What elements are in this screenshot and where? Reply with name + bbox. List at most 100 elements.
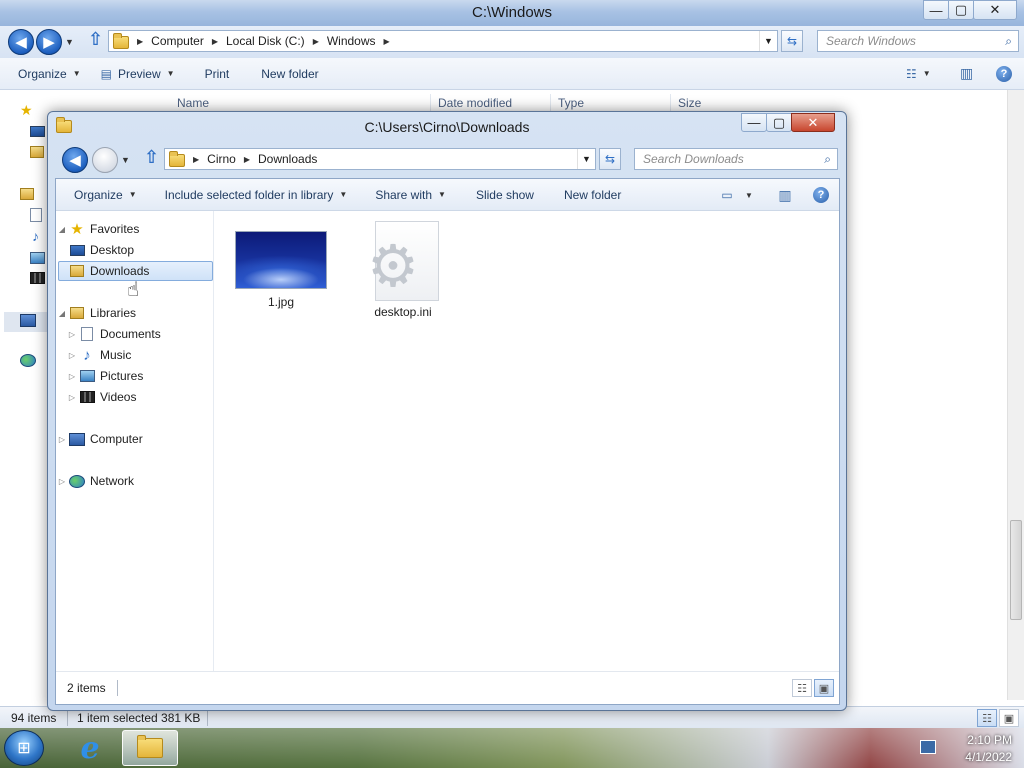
taskbar-windows-explorer[interactable]: [122, 730, 178, 766]
clock-time[interactable]: 2:10 PM: [967, 733, 1012, 747]
network-icon: [20, 354, 36, 367]
bg-new-folder-button[interactable]: New folder: [239, 58, 328, 90]
recent-pages-dropdown[interactable]: ▼: [121, 155, 130, 165]
navigation-bar: ◀ ▼ ⇧ ▶ Cirno ▶ Downloads ▼ ⇆ Search Dow…: [54, 144, 840, 176]
address-dropdown-icon[interactable]: ▼: [577, 149, 595, 169]
organize-menu[interactable]: Organize ▼: [56, 179, 147, 211]
expand-triangle-icon[interactable]: ▷: [66, 372, 78, 381]
bg-close-button[interactable]: ✕: [973, 0, 1017, 20]
computer-icon: [20, 314, 36, 327]
nav-desktop[interactable]: Desktop: [68, 240, 134, 260]
background-vertical-scrollbar[interactable]: [1007, 90, 1024, 700]
bg-preview-pane-button[interactable]: ▥: [950, 58, 983, 90]
column-header-name[interactable]: Name: [177, 96, 209, 110]
column-header-type[interactable]: Type: [558, 96, 584, 110]
bg-minimize-button[interactable]: —: [923, 0, 949, 20]
bg-view-options-button[interactable]: ☷ ▼: [896, 58, 941, 90]
expand-triangle-icon[interactable]: ▷: [56, 435, 68, 444]
clock-date[interactable]: 4/1/2022: [965, 750, 1012, 764]
explorer-folder-icon: [137, 735, 163, 758]
scrollbar-thumb[interactable]: [1010, 520, 1022, 620]
breadcrumb-cirno[interactable]: Cirno: [207, 152, 236, 166]
back-button[interactable]: ◀: [62, 147, 88, 173]
preview-pane-icon: ▥: [960, 65, 974, 81]
address-bar[interactable]: ▶ Cirno ▶ Downloads ▼: [164, 148, 596, 170]
bg-refresh-icon[interactable]: ⇆: [781, 30, 803, 52]
nav-network[interactable]: ▷ Network: [56, 471, 134, 491]
up-arrow-icon[interactable]: ⇧: [144, 147, 159, 168]
bg-preview-label: Preview: [117, 66, 161, 81]
file-list-area: 1.jpg ⚙ desktop.ini: [215, 211, 839, 671]
nav-computer[interactable]: ▷ Computer: [56, 429, 143, 449]
expand-triangle-icon[interactable]: ▷: [56, 477, 68, 486]
network-status-icon[interactable]: [920, 740, 936, 754]
search-placeholder: Search Downloads: [643, 152, 744, 166]
help-button[interactable]: ?: [811, 186, 831, 204]
background-caption-buttons: — ▢ ✕: [923, 0, 1017, 20]
chevron-down-icon[interactable]: ▼: [739, 186, 759, 204]
bg-maximize-button[interactable]: ▢: [948, 0, 974, 20]
bg-preview-menu[interactable]: ▤ Preview ▼: [91, 58, 185, 90]
nav-pictures[interactable]: ▷ Pictures: [66, 366, 143, 386]
collapse-triangle-icon[interactable]: ◢: [56, 309, 68, 318]
bg-print-button[interactable]: Print: [185, 58, 240, 90]
breadcrumb-windows[interactable]: Windows: [327, 34, 376, 48]
details-view-icon[interactable]: ☷: [792, 679, 812, 697]
preview-pane-icon[interactable]: ▥: [775, 186, 795, 204]
search-icon[interactable]: ⌕: [824, 152, 831, 167]
taskbar-internet-explorer[interactable]: e: [62, 730, 118, 766]
nav-favorites[interactable]: ◢ ★ Favorites: [56, 219, 139, 239]
nav-music[interactable]: ▷ ♪ Music: [66, 345, 131, 365]
share-with-menu[interactable]: Share with ▼: [357, 179, 456, 211]
nav-documents[interactable]: ▷ Documents: [66, 324, 161, 344]
bg-help-button[interactable]: ?: [986, 58, 1022, 90]
background-title-bar[interactable]: C:\Windows — ▢ ✕: [0, 0, 1024, 26]
column-header-date-modified[interactable]: Date modified: [438, 96, 512, 110]
include-in-library-menu[interactable]: Include selected folder in library ▼: [147, 179, 358, 211]
new-folder-label: New folder: [563, 187, 622, 202]
bg-search-input[interactable]: Search Windows ⌕: [817, 30, 1019, 52]
breadcrumb-local-disk[interactable]: Local Disk (C:): [226, 34, 305, 48]
nav-libraries[interactable]: ◢ Libraries: [56, 303, 136, 323]
file-item-1-jpg[interactable]: 1.jpg: [231, 231, 331, 309]
expand-triangle-icon[interactable]: ▷: [66, 393, 78, 402]
maximize-button[interactable]: ▢: [766, 113, 792, 132]
command-bar: Organize ▼ Include selected folder in lib…: [56, 179, 839, 211]
close-button[interactable]: ✕: [791, 113, 835, 132]
refresh-icon[interactable]: ⇆: [599, 148, 621, 170]
breadcrumb-downloads[interactable]: Downloads: [258, 152, 317, 166]
bg-recent-pages-dropdown[interactable]: ▼: [65, 37, 74, 47]
videos-icon: [78, 389, 96, 405]
bg-up-arrow-icon[interactable]: ⇧: [88, 29, 103, 50]
expand-triangle-icon[interactable]: ▷: [66, 351, 78, 360]
hand-cursor-icon: ☝: [127, 279, 140, 301]
large-icons-view-icon[interactable]: ▣: [999, 709, 1019, 727]
search-input[interactable]: Search Downloads ⌕: [634, 148, 838, 170]
breadcrumb-chevron-icon: ▶: [383, 36, 390, 46]
bg-organize-menu[interactable]: Organize ▼: [0, 58, 91, 90]
file-item-desktop-ini[interactable]: ⚙ desktop.ini: [353, 221, 453, 319]
share-with-label: Share with: [375, 187, 433, 202]
nav-network-label: Network: [90, 474, 135, 488]
forward-button[interactable]: [92, 147, 118, 173]
search-icon[interactable]: ⌕: [1005, 34, 1012, 49]
breadcrumb-computer[interactable]: Computer: [151, 34, 204, 48]
change-view-icon[interactable]: ▭: [717, 186, 737, 204]
status-separator: [207, 710, 208, 726]
minimize-button[interactable]: —: [741, 113, 767, 132]
collapse-triangle-icon[interactable]: ◢: [56, 225, 68, 234]
expand-triangle-icon[interactable]: ▷: [66, 330, 78, 339]
details-view-icon[interactable]: ☷: [977, 709, 997, 727]
slide-show-button[interactable]: Slide show: [456, 179, 544, 211]
bg-back-button[interactable]: ◀: [8, 29, 34, 55]
start-button[interactable]: ⊞: [4, 730, 44, 766]
system-tray: 2:10 PM 4/1/2022: [914, 728, 1024, 768]
column-header-size[interactable]: Size: [678, 96, 701, 110]
nav-videos[interactable]: ▷ Videos: [66, 387, 137, 407]
breadcrumb-chevron-icon: ▶: [312, 36, 319, 46]
bg-address-bar[interactable]: ▶ Computer ▶ Local Disk (C:) ▶ Windows ▶…: [108, 30, 778, 52]
large-icons-view-icon[interactable]: ▣: [814, 679, 834, 697]
bg-address-dropdown-icon[interactable]: ▼: [759, 31, 777, 51]
bg-forward-button[interactable]: ▶: [36, 29, 62, 55]
new-folder-button[interactable]: New folder: [544, 179, 631, 211]
